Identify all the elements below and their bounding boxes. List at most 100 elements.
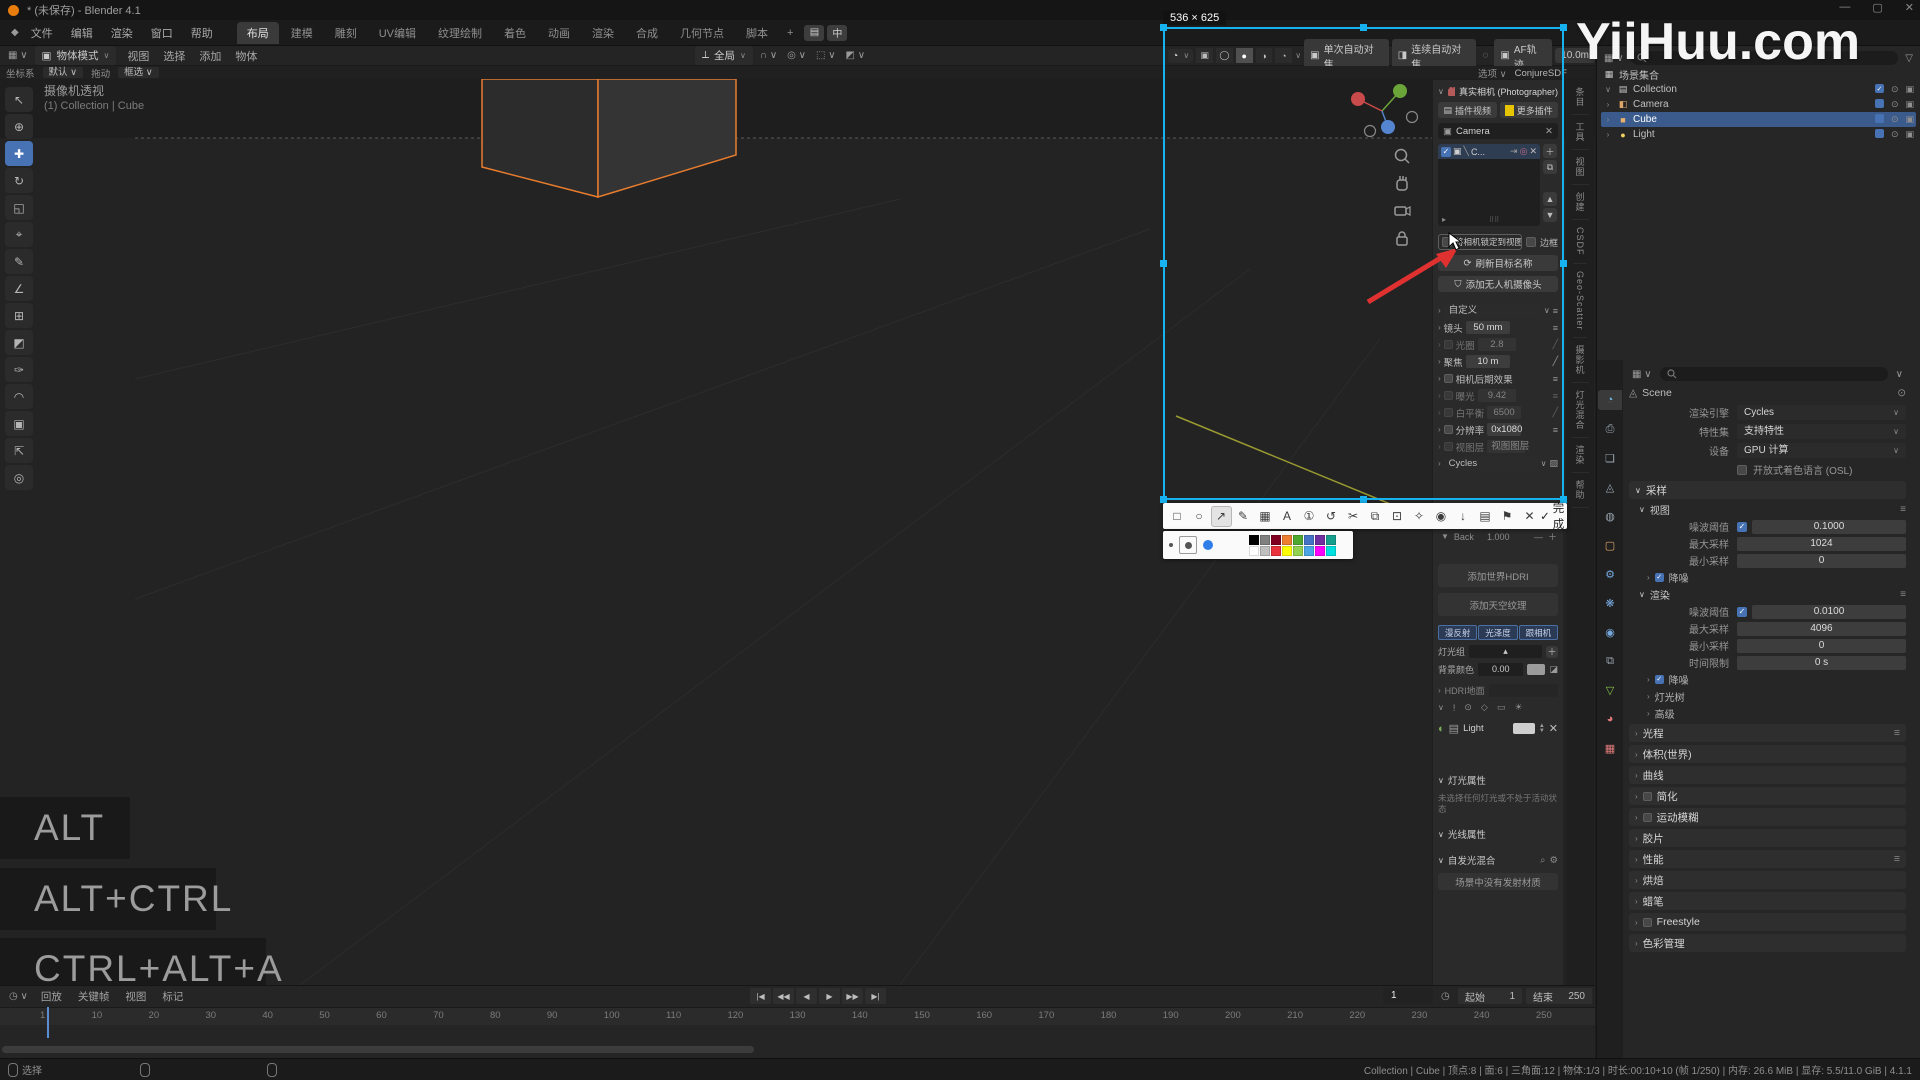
viewport-tool-button[interactable]: ▣ — [5, 411, 33, 436]
language-badge[interactable]: 中 — [827, 25, 847, 41]
current-color-swatch[interactable] — [1219, 536, 1243, 555]
value-field[interactable]: 0.0100 — [1752, 605, 1906, 619]
value-field[interactable]: 0.1000 — [1752, 520, 1906, 534]
outliner-row[interactable]: › ● Light ⊙ ▣ — [1601, 127, 1916, 142]
workspace-tab[interactable]: UV编辑 — [369, 22, 426, 44]
sidebar-tab[interactable]: CSDF — [1573, 220, 1587, 264]
viewport-tool-button[interactable]: ⊞ — [5, 303, 33, 328]
pan-hand-icon[interactable] — [1392, 174, 1412, 194]
pin-icon[interactable]: ⊙ — [1897, 387, 1906, 399]
camera-list-item[interactable]: ✓ ▣ ╲ C... ⇥ ◎ ✕ — [1438, 144, 1540, 159]
transport-button[interactable]: ▶| — [865, 988, 886, 1004]
solid-shading-button[interactable]: ● — [1236, 48, 1253, 63]
outliner-search-input[interactable] — [1631, 51, 1899, 65]
npanel-tab-label[interactable]: ConjureSDF — [1515, 68, 1567, 79]
done-button[interactable]: ✓完成 — [1535, 500, 1569, 532]
menu-item[interactable]: 文件 — [22, 22, 62, 44]
playhead[interactable] — [47, 1007, 49, 1038]
render-section-header[interactable]: ›体积(世界) — [1629, 745, 1906, 763]
shading-dropdown[interactable]: ◔ ∨ — [1168, 49, 1193, 63]
editor-type-icon[interactable]: ▦ ∨ — [1601, 52, 1627, 65]
palette-color[interactable] — [1315, 546, 1325, 556]
sampling-collapse-row[interactable]: ›✓高级 — [1629, 706, 1906, 721]
size-small-dot[interactable] — [1169, 543, 1173, 547]
disclosure-icon[interactable]: › — [1603, 100, 1613, 109]
palette-color[interactable] — [1315, 535, 1325, 545]
light-item-row[interactable]: ◐ ▤ Light ▲▼ ✕ — [1438, 722, 1558, 735]
setting-trailing-icon[interactable]: ▨ — [1549, 458, 1558, 469]
setting-trailing-icon[interactable]: ╱ — [1553, 356, 1558, 367]
light-mix-toggle[interactable]: 漫反射 — [1438, 625, 1477, 640]
properties-tab[interactable]: ❋ — [1598, 593, 1622, 613]
sidebar-tab[interactable]: 工具 — [1572, 115, 1589, 150]
search-icon[interactable]: ⌕ — [1540, 855, 1545, 866]
value-field[interactable]: 0 — [1737, 639, 1906, 653]
render-section-header[interactable]: ›光程≡ — [1629, 724, 1906, 742]
size-medium-dot-selected[interactable] — [1179, 536, 1197, 554]
target-icon[interactable]: ⊙ — [1464, 702, 1472, 713]
viewport-tool-button[interactable]: ◱ — [5, 195, 33, 220]
annotation-tool-button[interactable]: □ — [1167, 506, 1188, 527]
properties-tab[interactable]: ◬ — [1598, 477, 1622, 497]
mode-selector[interactable]: ▣物体模式∨ — [35, 46, 117, 65]
annotation-tool-button[interactable]: ▦ — [1255, 506, 1276, 527]
rect-icon[interactable]: ▭ — [1497, 702, 1506, 713]
capture-handle[interactable] — [1360, 496, 1367, 503]
viewport-tool-button[interactable]: ∠ — [5, 276, 33, 301]
annotation-tool-button[interactable]: ○ — [1189, 506, 1210, 527]
menu-item[interactable]: 窗口 — [142, 22, 182, 44]
viewport-tool-button[interactable]: ◩ — [5, 330, 33, 355]
timeline-menu[interactable]: 标记 — [154, 987, 191, 1006]
preset-list-icon[interactable]: ≡ — [1900, 504, 1906, 515]
render-section-header[interactable]: ›运动模糊 — [1629, 808, 1906, 826]
annotation-tool-button[interactable]: ✂ — [1343, 506, 1364, 527]
render-section-header[interactable]: ›Freestyle — [1629, 913, 1906, 931]
camera-selector[interactable]: ▣ Camera ✕ — [1438, 123, 1558, 139]
add-workspace-button[interactable]: + — [779, 27, 801, 39]
plugin-video-button[interactable]: ▤插件视频 — [1438, 102, 1497, 118]
sidebar-tab[interactable]: 摄影机 — [1572, 338, 1589, 383]
palette-color[interactable] — [1271, 546, 1281, 556]
workspace-tab[interactable]: 渲染 — [582, 22, 624, 44]
capture-handle[interactable] — [1160, 260, 1167, 267]
world-action-button[interactable]: 添加天空纹理 — [1438, 593, 1558, 616]
filter-icon[interactable]: ▽ — [1902, 52, 1916, 65]
properties-tab[interactable]: ◍ — [1598, 506, 1622, 526]
sidebar-tab[interactable]: 渲染 — [1572, 438, 1589, 473]
palette-color[interactable] — [1326, 535, 1336, 545]
gear-icon[interactable]: ⚙ — [1549, 855, 1558, 866]
palette-color[interactable] — [1304, 535, 1314, 545]
setting-trailing-icon[interactable]: ╱ — [1553, 407, 1558, 418]
eye-icon[interactable]: ⊙ — [1891, 99, 1899, 110]
palette-color[interactable] — [1293, 535, 1303, 545]
outliner-row[interactable]: › ◧ Camera ⊙ ▣ — [1601, 97, 1916, 112]
viewport-denoise-collapse[interactable]: ›✓降噪 — [1629, 570, 1906, 585]
properties-tab[interactable]: ▽ — [1598, 680, 1622, 700]
solo-icon[interactable]: ! — [1453, 703, 1456, 713]
light-group-dropdown[interactable]: ▴ — [1469, 645, 1542, 658]
refresh-target-button[interactable]: ⟳刷新目标名称 — [1438, 255, 1558, 271]
emissive-mixer-section[interactable]: ∨自发光混合⌕⚙ — [1438, 853, 1558, 867]
ray-props-section[interactable]: ∨光线属性 — [1438, 827, 1558, 841]
delete-light-icon[interactable]: ✕ — [1549, 722, 1558, 735]
annotation-tool-button[interactable]: ⊡ — [1387, 506, 1408, 527]
sampling-collapse-row[interactable]: ›✓降噪 — [1629, 672, 1906, 687]
transport-button[interactable]: ▶▶ — [842, 988, 863, 1004]
viewport-tool-button[interactable]: ✑ — [5, 357, 33, 382]
maximize-button[interactable]: ▢ — [1872, 1, 1882, 14]
orientation-dropdown[interactable]: ⟂全局∨ — [695, 46, 753, 65]
expand-icon[interactable]: ▸ — [1442, 215, 1446, 224]
selectability-checkbox[interactable] — [1875, 129, 1884, 138]
setting-checkbox[interactable] — [1444, 374, 1453, 383]
eye-icon[interactable]: ⊙ — [1891, 129, 1899, 140]
render-section-header[interactable]: ›色彩管理 — [1629, 934, 1906, 952]
workspace-tab[interactable]: 合成 — [626, 22, 668, 44]
property-dropdown[interactable]: 支持特性∨ — [1737, 424, 1906, 439]
setting-trailing-icon[interactable]: ≡ — [1553, 306, 1558, 316]
render-visibility-icon[interactable]: ▣ — [1905, 84, 1914, 95]
af-distance-field[interactable]: 10.0m — [1555, 48, 1595, 63]
move-up-button[interactable]: ▲ — [1543, 192, 1557, 206]
capture-handle[interactable] — [1160, 24, 1167, 31]
camera-view-icon[interactable] — [1392, 201, 1412, 221]
outliner-row[interactable]: › ■ Cube ⊙ ▣ — [1601, 112, 1916, 127]
